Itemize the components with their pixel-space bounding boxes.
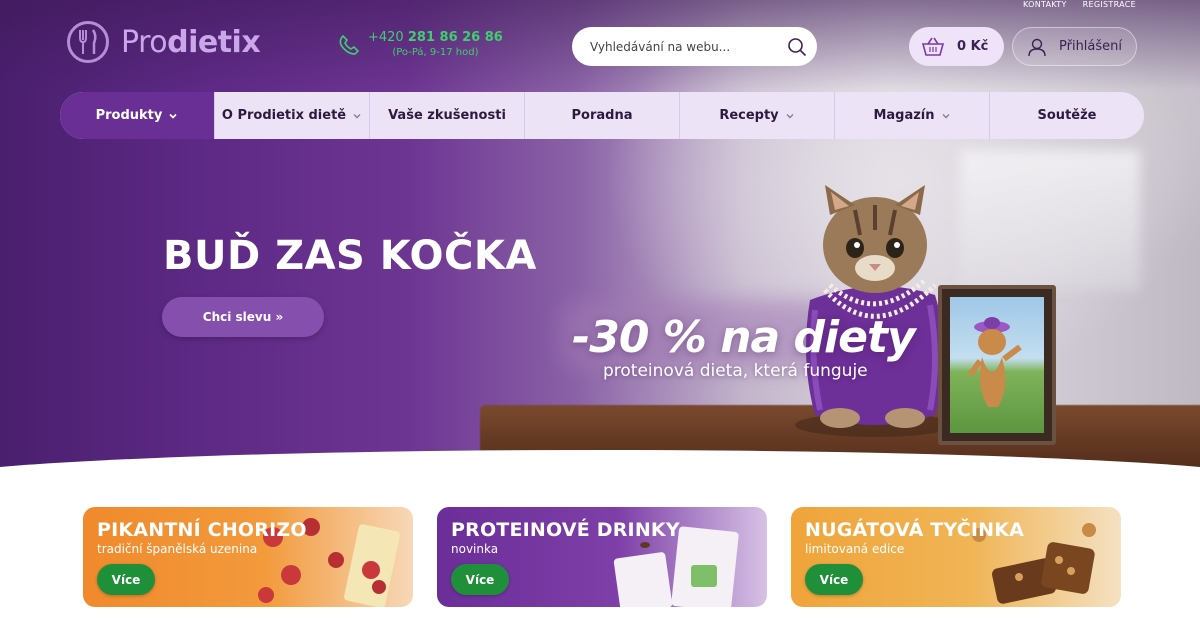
chevron-down-icon	[353, 113, 361, 118]
login-label: Přihlášení	[1059, 39, 1123, 54]
more-button[interactable]: Více	[451, 564, 509, 595]
promo-cards: PIKANTNÍ CHORIZO tradiční španělská uzen…	[83, 507, 1121, 607]
phone-digits: 281 86 26 86	[407, 30, 503, 45]
cart-button[interactable]: 0 Kč	[909, 27, 1004, 66]
nav-label: Vaše zkušenosti	[388, 108, 506, 123]
search-box[interactable]	[572, 27, 817, 66]
discount-subline: proteinová dieta, která funguje	[603, 361, 868, 381]
discount-button[interactable]: Chci slevu »	[162, 297, 324, 337]
fork-knife-icon	[67, 21, 109, 63]
chevron-down-icon	[786, 113, 794, 118]
nav-item-vase-zkusenosti[interactable]: Vaše zkušenosti	[370, 92, 525, 139]
phone-hours: (Po-Pá, 9-17 hod)	[392, 47, 479, 58]
phone-number[interactable]: +420 281 86 26 86	[368, 30, 503, 45]
phone-prefix: +420	[368, 30, 404, 45]
nav-label: Recepty	[719, 108, 779, 123]
top-links: KONTAKTY REGISTRACE	[1023, 0, 1136, 9]
nav-label: Magazín	[873, 108, 935, 123]
user-icon	[1028, 38, 1046, 56]
main-navigation: Produkty O Prodietix dietě Vaše zkušenos…	[60, 92, 1144, 139]
nav-label: Soutěže	[1037, 108, 1097, 123]
card-subtitle: novinka	[451, 542, 499, 556]
nav-label: Poradna	[571, 108, 633, 123]
nav-label: Produkty	[95, 108, 163, 123]
nav-item-o-prodietix-diete[interactable]: O Prodietix dietě	[215, 92, 370, 139]
discount-headline: -30 % na diety	[572, 312, 916, 363]
search-icon[interactable]	[787, 37, 807, 57]
logo-text-bold: dietix	[167, 24, 261, 60]
picture-frame	[938, 285, 1056, 445]
nav-label: O Prodietix dietě	[221, 108, 347, 123]
chevron-down-icon	[169, 113, 177, 119]
framed-cat-photo	[950, 297, 1044, 433]
register-link[interactable]: REGISTRACE	[1083, 0, 1136, 9]
promo-card-protein-drinks[interactable]: PROTEINOVÉ DRINKY novinka Více	[437, 507, 767, 607]
nav-item-recepty[interactable]: Recepty	[680, 92, 835, 139]
nav-item-souteze[interactable]: Soutěže	[990, 92, 1144, 139]
nav-item-poradna[interactable]: Poradna	[525, 92, 680, 139]
logo-text-light: Pro	[121, 24, 168, 60]
logo-text: Prodietix	[121, 24, 261, 60]
more-button[interactable]: Více	[805, 564, 863, 595]
more-button[interactable]: Více	[97, 564, 155, 595]
contacts-link[interactable]: KONTAKTY	[1023, 0, 1067, 9]
hero-title: BUĎ ZAS KOČKA	[163, 233, 537, 279]
login-button[interactable]: Přihlášení	[1012, 27, 1137, 66]
search-input[interactable]	[590, 39, 787, 54]
phone-contact[interactable]: +420 281 86 26 86 (Po-Pá, 9-17 hod)	[338, 30, 503, 58]
logo[interactable]: Prodietix	[67, 21, 261, 63]
card-subtitle: limitovaná edice	[805, 542, 905, 556]
phone-icon	[339, 34, 360, 55]
hero-background-window	[960, 150, 1140, 290]
framed-cat-icon	[967, 317, 1022, 407]
chevron-down-icon	[942, 113, 950, 118]
nav-item-produkty[interactable]: Produkty	[60, 92, 215, 139]
promo-card-chorizo[interactable]: PIKANTNÍ CHORIZO tradiční španělská uzen…	[83, 507, 413, 607]
card-title: NUGÁTOVÁ TYČINKA	[805, 519, 1025, 541]
cart-total: 0 Kč	[957, 39, 989, 54]
nav-item-magazin[interactable]: Magazín	[835, 92, 990, 139]
card-subtitle: tradiční španělská uzenina	[97, 542, 258, 556]
promo-card-nougat-bar[interactable]: NUGÁTOVÁ TYČINKA limitovaná edice Více	[791, 507, 1121, 607]
card-title: PROTEINOVÉ DRINKY	[451, 519, 680, 541]
card-title: PIKANTNÍ CHORIZO	[97, 519, 307, 541]
basket-icon	[921, 37, 945, 56]
